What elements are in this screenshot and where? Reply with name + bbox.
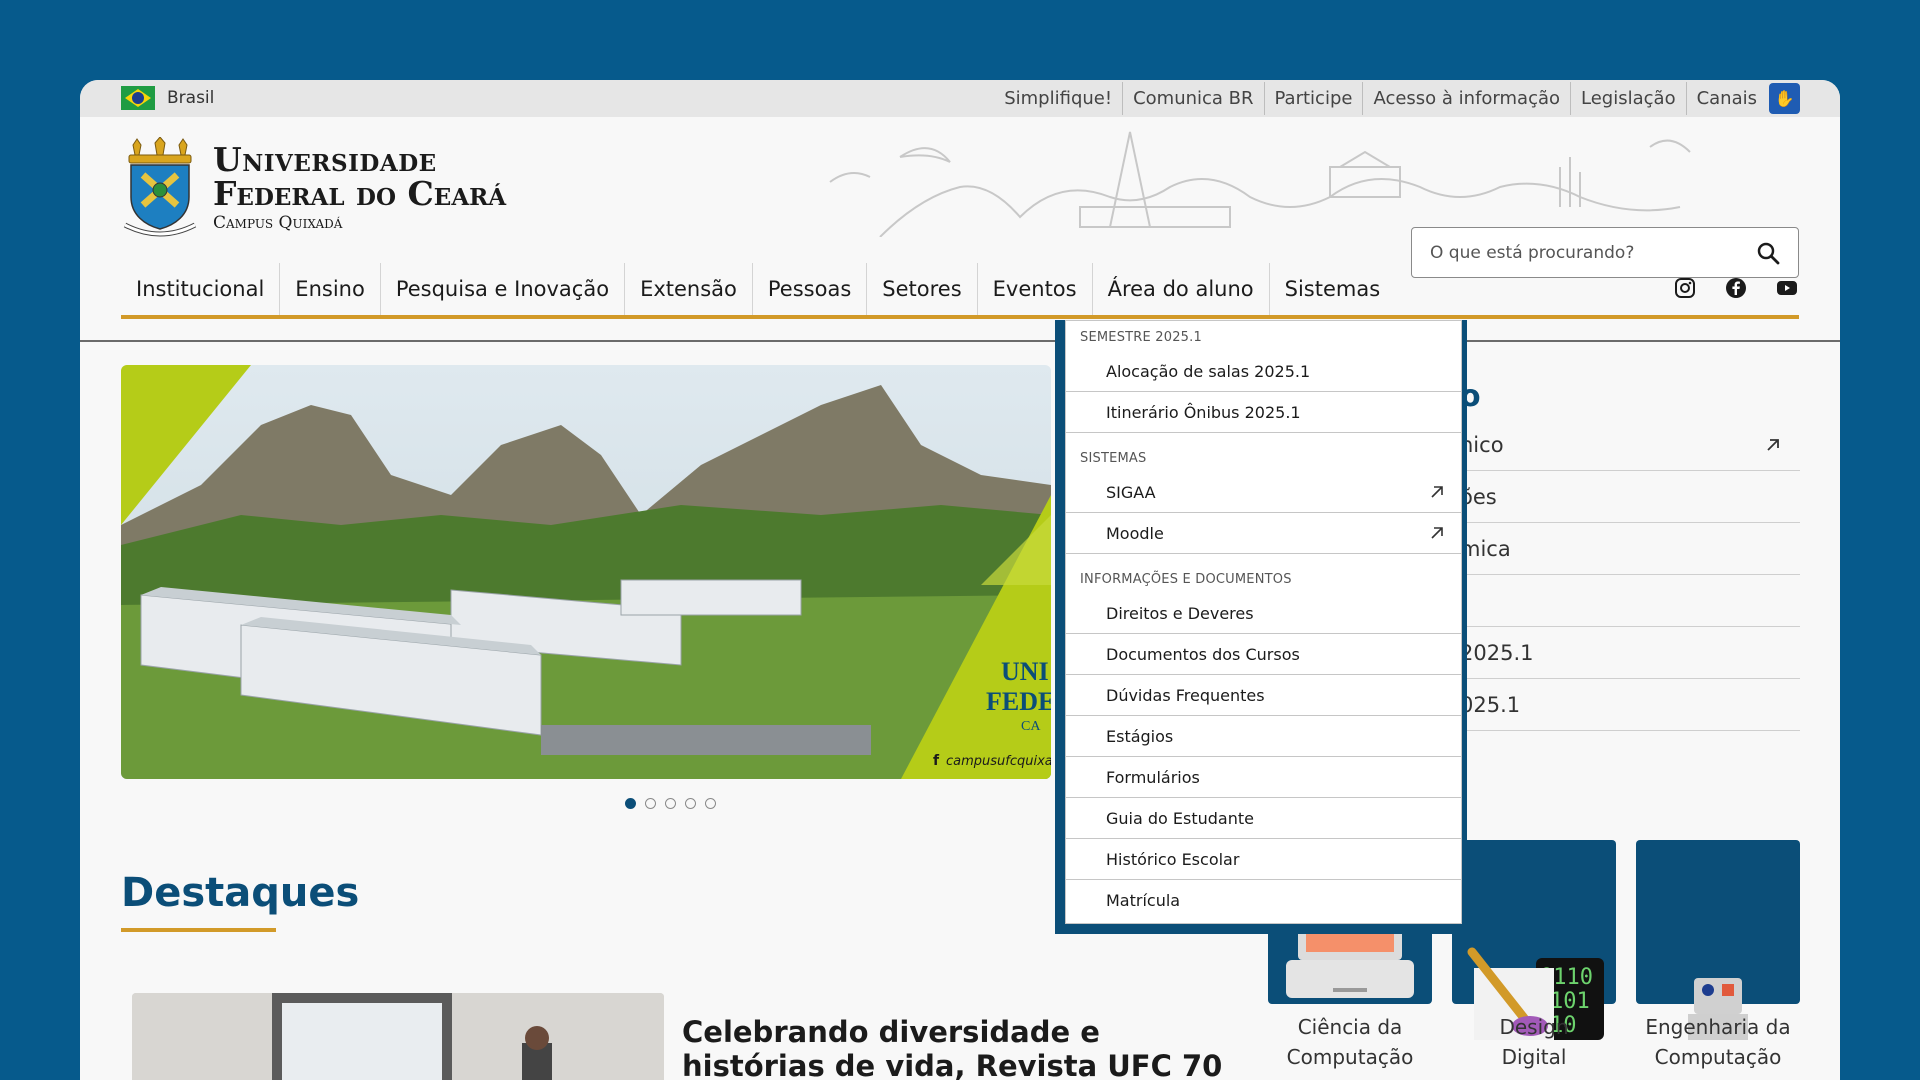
brasil-label: Brasil [167,88,215,108]
dropdown-item-historico-escolar[interactable]: Histórico Escolar [1066,839,1461,880]
course-tile: 0110 101 10 [1452,840,1616,1040]
hero-carousel[interactable]: UNI FEDER CA f campusufcquixada [121,365,1051,779]
dropdown-item-formularios[interactable]: Formulários [1066,757,1461,798]
ufc-crest-icon [123,137,197,237]
facebook-caption-icon: f [933,753,940,769]
carousel-dot-2[interactable] [645,798,656,809]
gov-link-simplifique[interactable]: Simplifique! [994,82,1122,115]
facebook-icon[interactable] [1723,275,1748,300]
hero-facebook-caption: campusufcquixada [946,754,1051,769]
course-label: Design Digital [1499,1015,1569,1069]
nav-item-pessoas[interactable]: Pessoas [751,263,866,315]
instagram-icon[interactable] [1672,275,1697,300]
dropdown-item-moodle[interactable]: Moodle [1066,513,1461,554]
destaques-title: Destaques [121,870,360,916]
course-card-engenharia-computacao[interactable]: Engenharia da Computação [1636,840,1800,1072]
external-link-icon [1431,527,1443,539]
gov-link-canais[interactable]: Canais [1685,82,1767,115]
carousel-dot-3[interactable] [665,798,676,809]
quick-link-4[interactable] [1460,575,1800,627]
course-tile [1636,840,1800,1040]
external-link-icon [1767,438,1779,451]
carousel-dot-1[interactable] [625,798,636,809]
area-do-aluno-dropdown: SEMESTRE 2025.1 Alocação de salas 2025.1… [1055,320,1467,934]
external-link-icon [1431,486,1443,498]
nav-item-institucional[interactable]: Institucional [121,263,279,315]
design-brush-icon: 0110 101 10 [1467,947,1604,1040]
campus-photo: UNI FEDER CA f campusufcquixada [121,365,1051,779]
gov-link-participe[interactable]: Participe [1263,82,1363,115]
dropdown-item-direitos-deveres[interactable]: Direitos e Deveres [1066,593,1461,634]
logo-line-3: Campus Quixadá [213,213,343,233]
brazil-flag-icon [121,86,155,110]
ufc-logo[interactable]: Universidade Federal do Ceará Campus Qui… [121,137,506,239]
dropdown-item-itinerario-onibus[interactable]: Itinerário Ônibus 2025.1 [1066,392,1461,433]
news-image[interactable] [132,993,664,1080]
dropdown-item-documentos-cursos[interactable]: Documentos dos Cursos [1066,634,1461,675]
quick-links-panel: o nico ões mica 2025.1 025.1 [1460,365,1800,731]
dropdown-item-duvidas-frequentes[interactable]: Dúvidas Frequentes [1066,675,1461,716]
gov-bar: Brasil Simplifique! Comunica BR Particip… [80,80,1840,117]
dropdown-heading-sistemas: SISTEMAS [1080,451,1147,466]
course-card-design-digital[interactable]: 0110 101 10 Design Digital [1452,840,1616,1072]
logo-line-2: Federal do Ceará [213,174,507,213]
brasil-link[interactable]: Brasil [121,86,214,110]
gov-link-acesso-informacao[interactable]: Acesso à informação [1362,82,1570,115]
nav-item-extensao[interactable]: Extensão [624,263,752,315]
main-nav: Institucional Ensino Pesquisa e Inovação… [121,263,1799,319]
quick-link-6[interactable]: 025.1 [1460,679,1800,731]
skyline-illustration [829,131,1691,237]
quick-link-6-label: 025.1 [1460,692,1521,717]
quick-link-1[interactable]: nico [1460,419,1800,471]
quick-link-3[interactable]: mica [1460,523,1800,575]
dropdown-heading-semestre: SEMESTRE 2025.1 [1080,330,1202,345]
search-input[interactable] [1430,242,1756,263]
quick-link-5[interactable]: 2025.1 [1460,627,1800,679]
course-label: Engenharia da Computação [1645,1015,1791,1069]
destaques-underline [121,928,276,932]
dropdown-item-matricula[interactable]: Matrícula [1066,880,1461,921]
dropdown-heading-informacoes: INFORMAÇÕES E DOCUMENTOS [1080,572,1292,587]
quick-link-2[interactable]: ões [1460,471,1800,523]
quick-link-3-label: mica [1460,536,1511,561]
gov-links: Simplifique! Comunica BR Participe Acess… [994,82,1800,115]
quick-link-5-label: 2025.1 [1460,640,1534,665]
youtube-icon[interactable] [1774,275,1799,300]
nav-item-sistemas[interactable]: Sistemas [1268,263,1396,315]
gov-link-legislacao[interactable]: Legislação [1570,82,1686,115]
svg-text:101: 101 [1550,989,1590,1014]
dropdown-item-estagios[interactable]: Estágios [1066,716,1461,757]
libras-accessibility-icon[interactable]: ✋ [1769,83,1800,114]
nav-item-area-do-aluno[interactable]: Área do aluno [1091,263,1269,315]
dropdown-item-sigaa[interactable]: SIGAA [1066,472,1461,513]
carousel-dot-4[interactable] [685,798,696,809]
nav-item-ensino[interactable]: Ensino [279,263,380,315]
robot-icon [1688,978,1748,1040]
nav-item-setores[interactable]: Setores [866,263,976,315]
quick-links-title: o [1460,379,1481,414]
hero-logo-text-1: UNI [1001,657,1049,686]
carousel-dot-5[interactable] [705,798,716,809]
course-label: Ciência da Computação [1286,1015,1414,1069]
hero-logo-text-2: FEDER [986,687,1051,716]
news-headline[interactable]: Celebrando diversidade e histórias de vi… [682,1015,1242,1080]
logo-line-1: Universidade [213,140,437,179]
dropdown-item-alocacao-salas[interactable]: Alocação de salas 2025.1 [1066,351,1461,392]
carousel-dots [625,798,716,809]
hero-logo-text-3: CA [1021,719,1041,734]
social-links [1672,275,1799,300]
nav-item-pesquisa-inovacao[interactable]: Pesquisa e Inovação [379,263,624,315]
browser-window: Brasil Simplifique! Comunica BR Particip… [80,80,1840,1080]
dropdown-item-guia-estudante[interactable]: Guia do Estudante [1066,798,1461,839]
gov-link-comunica-br[interactable]: Comunica BR [1122,82,1263,115]
search-icon[interactable] [1756,241,1780,265]
nav-item-eventos[interactable]: Eventos [976,263,1092,315]
